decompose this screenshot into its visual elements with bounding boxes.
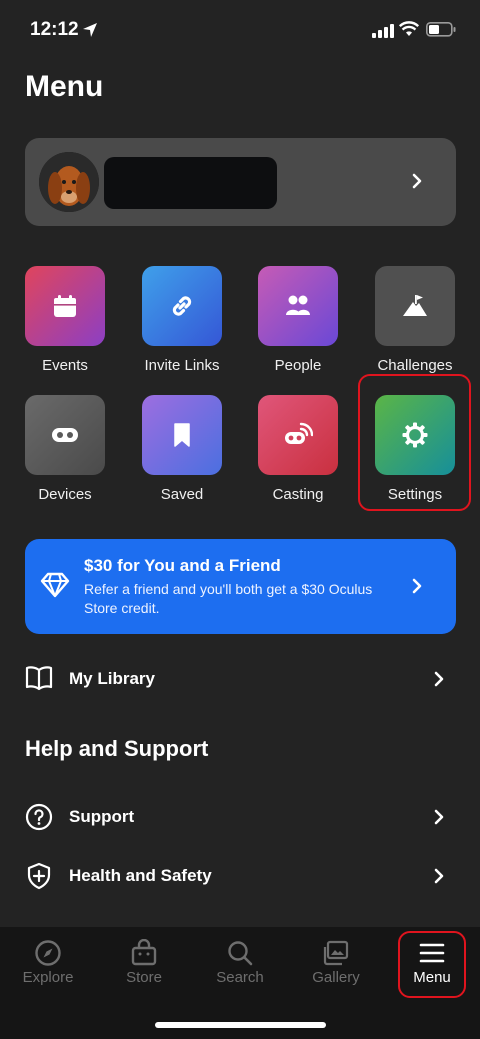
calendar-icon xyxy=(54,295,76,317)
events-tile[interactable] xyxy=(25,266,105,346)
people-label: People xyxy=(274,357,322,374)
gallery-icon xyxy=(323,940,349,966)
question-circle-icon xyxy=(25,803,53,831)
my-library-row[interactable]: My Library xyxy=(25,659,456,699)
flag-mountain-icon xyxy=(403,295,427,316)
grid-item-saved[interactable]: Saved xyxy=(132,395,232,515)
grid-item-casting[interactable]: Casting xyxy=(248,395,348,515)
health-safety-label: Health and Safety xyxy=(69,866,212,885)
bag-icon xyxy=(131,939,157,966)
search-icon xyxy=(228,941,253,966)
casting-tile[interactable] xyxy=(258,395,338,475)
battery-icon xyxy=(426,22,456,37)
grid-item-people[interactable]: People xyxy=(248,266,348,386)
challenges-tile[interactable] xyxy=(375,266,455,346)
nav-explore-label: Explore xyxy=(22,969,74,986)
health-safety-row[interactable]: Health and Safety xyxy=(25,856,456,896)
nav-gallery-label: Gallery xyxy=(312,969,360,986)
chevron-right-icon xyxy=(434,671,444,687)
settings-highlight-ring xyxy=(358,374,471,511)
devices-tile[interactable] xyxy=(25,395,105,475)
vr-headset-icon xyxy=(52,428,78,442)
home-indicator[interactable] xyxy=(155,1022,326,1028)
nav-gallery[interactable]: Gallery xyxy=(288,927,384,997)
chevron-right-icon xyxy=(434,868,444,884)
grid-item-challenges[interactable]: Challenges xyxy=(365,266,465,386)
book-icon xyxy=(25,666,53,691)
nav-store-label: Store xyxy=(126,969,162,986)
people-tile[interactable] xyxy=(258,266,338,346)
nav-search[interactable]: Search xyxy=(192,927,288,997)
menu-highlight-ring xyxy=(398,931,466,998)
link-icon xyxy=(172,296,192,316)
nav-store[interactable]: Store xyxy=(96,927,192,997)
chevron-right-icon xyxy=(434,809,444,825)
devices-label: Devices xyxy=(38,486,92,503)
support-label: Support xyxy=(69,807,135,826)
casting-icon xyxy=(285,422,313,444)
my-library-label: My Library xyxy=(69,669,155,688)
grid-item-events[interactable]: Events xyxy=(15,266,115,386)
status-bar: 12:12 xyxy=(0,0,480,60)
help-support-heading: Help and Support xyxy=(25,736,209,761)
profile-name-redacted xyxy=(104,157,277,209)
wifi-icon xyxy=(399,21,419,36)
nav-search-label: Search xyxy=(216,969,264,986)
compass-icon xyxy=(35,940,61,966)
bookmark-icon xyxy=(174,423,190,447)
shield-plus-icon xyxy=(27,862,51,890)
profile-card[interactable] xyxy=(25,138,456,226)
invite-links-tile[interactable] xyxy=(142,266,222,346)
grid-item-devices[interactable]: Devices xyxy=(15,395,115,515)
support-row[interactable]: Support xyxy=(25,797,456,837)
location-arrow-icon xyxy=(83,23,97,37)
referral-promo-banner[interactable]: $30 for You and a Friend Refer a friend … xyxy=(25,539,456,634)
diamond-icon xyxy=(40,572,70,598)
promo-title: $30 for You and a Friend xyxy=(84,556,281,575)
events-label: Events xyxy=(42,357,88,374)
chevron-right-icon xyxy=(412,173,422,189)
chevron-right-icon xyxy=(412,578,422,594)
saved-label: Saved xyxy=(160,486,204,503)
people-icon xyxy=(286,295,310,315)
saved-tile[interactable] xyxy=(142,395,222,475)
grid-item-invite-links[interactable]: Invite Links xyxy=(132,266,232,386)
challenges-label: Challenges xyxy=(377,357,453,374)
promo-description: Refer a friend and you'll both get a $30… xyxy=(84,581,373,616)
page-title: Menu xyxy=(25,70,104,103)
invite-links-label: Invite Links xyxy=(144,357,220,374)
casting-label: Casting xyxy=(272,486,324,503)
status-time: 12:12 xyxy=(30,19,79,40)
nav-explore[interactable]: Explore xyxy=(0,927,96,997)
cellular-signal-icon xyxy=(372,24,394,38)
avatar xyxy=(39,152,99,212)
